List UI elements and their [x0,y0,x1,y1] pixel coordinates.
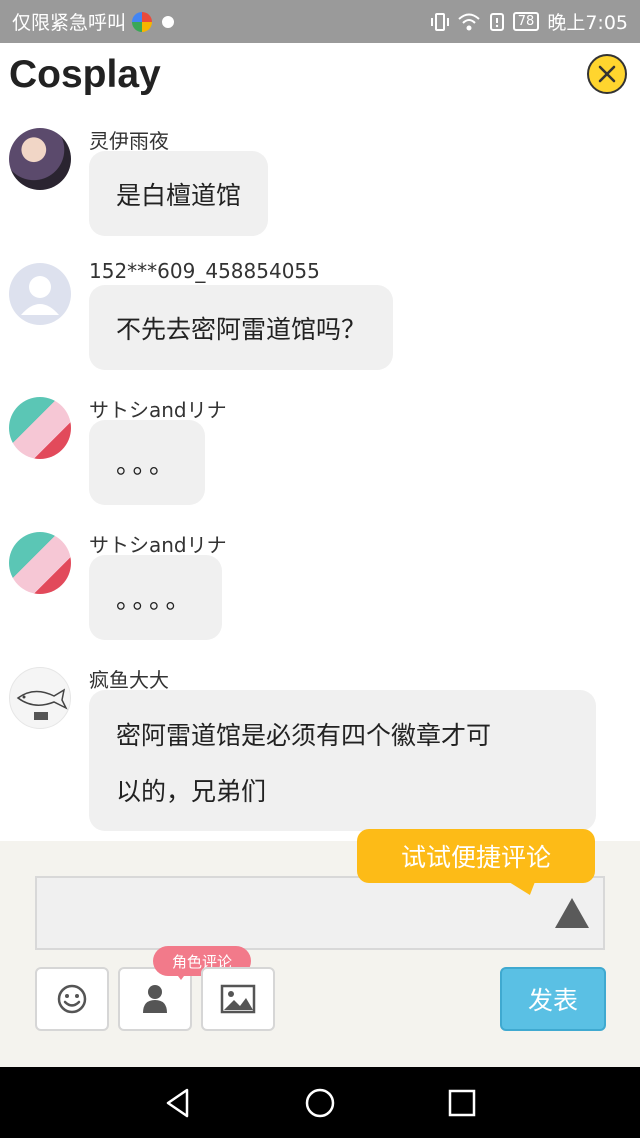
recents-button[interactable] [446,1087,478,1119]
page-title: Cosplay [9,53,161,96]
username[interactable]: サトシandリナ [89,529,227,558]
vibrate-icon [430,12,449,31]
comment-bubble[interactable]: 密阿雷道馆是必须有四个徽章才可 以的，兄弟们 [89,690,596,831]
comment-bubble[interactable]: 是白檀道馆 [89,151,269,236]
comment-bubble[interactable]: 。。。。 [89,555,222,640]
username[interactable]: 152***609_458854055 [89,259,320,283]
comment-list[interactable]: 灵伊雨夜 是白檀道馆 152***609_458854055 不先去密阿雷道馆吗… [0,113,640,841]
comment-text-line: 密阿雷道馆是必须有四个徽章才可 [116,721,492,750]
fish-avatar-icon [16,688,68,720]
image-icon [220,984,256,1014]
home-circle-icon [305,1088,335,1118]
person-icon [143,985,167,1013]
close-icon [598,65,616,83]
home-button[interactable] [304,1087,336,1119]
status-bar: 仅限紧急呼叫 78 晚上7:05 [0,0,640,43]
sync-icon [158,11,179,32]
back-button[interactable] [162,1087,194,1119]
wifi-icon [458,13,480,30]
expand-triangle-icon[interactable] [555,898,589,928]
image-button[interactable] [201,967,275,1031]
sim-alert-icon [489,12,504,31]
recents-square-icon [448,1089,476,1117]
comment-input-panel: 试试便捷评论 角色评论 发表 [0,829,640,1067]
avatar[interactable] [9,263,71,325]
back-triangle-icon [166,1088,189,1118]
app-notification-icon [132,11,153,32]
comment-text-line: 以的，兄弟们 [116,777,267,806]
smiley-icon [57,984,87,1014]
close-button[interactable] [587,54,627,94]
header: Cosplay [0,43,640,113]
avatar[interactable] [9,397,71,459]
system-nav-bar [0,1067,640,1138]
status-left: 仅限紧急呼叫 [12,8,179,35]
username[interactable]: 疯鱼大大 [89,664,169,693]
clock-time: 晚上7:05 [547,12,628,34]
quick-comment-tip[interactable]: 试试便捷评论 [357,829,595,883]
status-right: 78 晚上7:05 [430,8,628,35]
username[interactable]: サトシandリナ [89,394,227,423]
avatar[interactable] [9,532,71,594]
comment-bubble[interactable]: 。。。 [89,420,206,505]
comment-bubble[interactable]: 不先去密阿雷道馆吗？ [89,285,394,370]
default-avatar-icon [21,276,59,315]
username[interactable]: 灵伊雨夜 [89,125,169,154]
carrier-text: 仅限紧急呼叫 [12,12,127,34]
emoji-button[interactable] [35,967,109,1031]
post-button[interactable]: 发表 [500,967,606,1031]
avatar[interactable] [9,667,71,729]
avatar[interactable] [9,128,71,190]
battery-icon: 78 [512,12,540,31]
